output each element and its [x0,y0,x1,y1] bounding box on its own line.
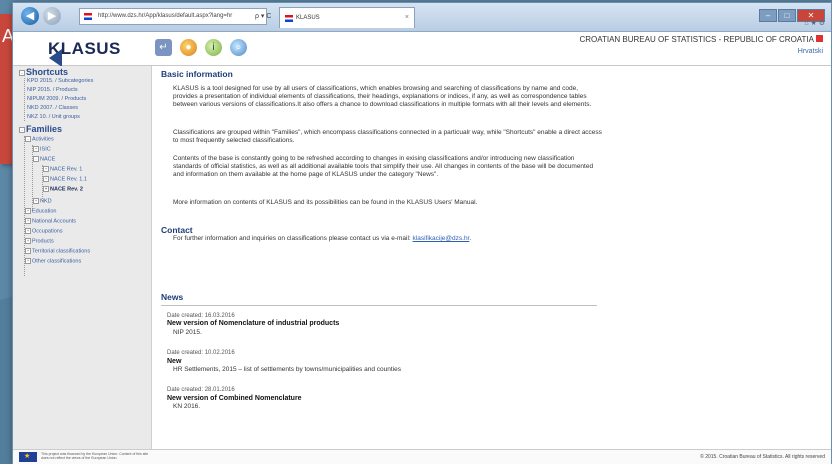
bureau-title: CROATIAN BUREAU OF STATISTICS - REPUBLIC… [579,35,823,44]
basic-information-heading: Basic information [161,69,233,79]
tab-title: KLASUS [296,15,320,21]
news-date: Date created: 28.01.2016 [167,387,235,393]
intro-paragraph: KLASUS is a tool designed for use by all… [173,85,592,108]
news-date: Date created: 16.03.2016 [167,313,235,319]
collapse-icon: - [19,126,25,133]
news-subtitle: NIP 2015. [173,329,202,336]
site-favicon-icon [84,13,92,20]
globe-icon[interactable]: ● [180,39,197,56]
browser-window: ◀ ▶ http://www.dzs.hr/App/klasus/default… [12,2,832,464]
shortcut-item[interactable]: NIP 2015. / Products [27,87,78,93]
tree-nace-rev-1[interactable]: + NACE Rev. 1 [43,166,82,172]
families-paragraph: Classifications are grouped within "Fami… [173,129,602,144]
language-link[interactable]: Hrvatski [798,48,823,55]
browser-tools-icons[interactable]: ⌂ ★ ⚙ [804,19,825,27]
tree-nace-rev-2[interactable]: + NACE Rev. 2 [43,186,83,192]
shortcut-item[interactable]: NKD 2007. / Classes [27,105,78,111]
header-toolbar: ↵ ● i ⌕ [155,39,255,57]
tree-education[interactable]: + Education [25,208,56,214]
address-controls[interactable]: ρ ▾ C [255,12,271,20]
tab-favicon-icon [285,15,293,22]
back-button[interactable]: ◀ [21,7,39,25]
tree-products[interactable]: + Products [25,238,54,244]
news-title-link[interactable]: New version of Combined Nomenclature [167,395,302,402]
tab-close-icon[interactable]: × [405,8,409,28]
site-header: KLASUS ↵ ● i ⌕ CROATIAN BUREAU OF STATISTIC… [13,31,831,67]
shortcut-item[interactable]: NIPUM 2009. / Products [27,96,86,102]
sidebar: - Shortcuts KPD 2015. / Subcategories NIP… [13,66,152,449]
shortcut-item[interactable]: NKZ 10. / Unit groups [27,114,80,120]
tree-activities[interactable]: - Activities [25,136,54,142]
tree-other-classifications[interactable]: + Other classifications [25,258,81,264]
news-heading: News [161,292,184,302]
news-divider [161,305,597,306]
manual-paragraph: More information on contents of KLASUS a… [173,199,478,206]
news-title-link[interactable]: New [167,358,181,365]
address-text: http://www.dzs.hr/App/klasus/default.asp… [98,13,233,19]
shortcut-item[interactable]: KPD 2015. / Subcategories [27,78,93,84]
collapse-icon: - [19,69,25,76]
tree-line [24,78,25,121]
tree-nace[interactable]: - NACE [33,156,55,162]
contact-email-link[interactable]: klasifikacije@dzs.hr [413,235,470,242]
contact-heading: Contact [161,225,193,235]
news-date: Date created: 10.02.2016 [167,350,235,356]
tree-national-accounts[interactable]: + National Accounts [25,218,76,224]
eu-funding-notice: This project was financed by the Europea… [41,452,149,460]
site-footer: ★ This project was financed by the Europ… [13,449,831,464]
tree-nace-rev-1-1[interactable]: + NACE Rev. 1.1 [43,176,87,182]
bureau-text: CROATIAN BUREAU OF STATISTICS - REPUBLIC… [579,35,814,44]
news-subtitle: HR Settlements, 2015 – list of settlemen… [173,366,401,373]
coat-of-arms-icon [816,35,823,42]
eu-flag-icon: ★ [19,452,37,462]
copyright-text: © 2015. Croatian Bureau of Statistics. A… [700,454,825,460]
forward-button[interactable]: ▶ [43,7,61,25]
news-subtitle: KN 2016. [173,403,201,410]
contact-text: For further information and inquiries on… [173,235,472,242]
tree-line [24,136,25,276]
address-bar[interactable]: http://www.dzs.hr/App/klasus/default.asp… [79,8,267,25]
tree-territorial-classifications[interactable]: + Territorial classifications [25,248,90,254]
families-heading[interactable]: - Families [19,124,62,134]
tab-klasus[interactable]: KLASUS × [279,7,415,28]
updates-paragraph: Contents of the base is constantly going… [173,155,594,178]
maximize-button[interactable]: □ [778,9,796,22]
search-icon[interactable]: ⌕ [230,39,247,56]
home-icon[interactable]: ↵ [155,39,172,56]
tree-nkd[interactable]: + NKD [33,198,52,204]
news-title-link[interactable]: New version of Nomenclature of industria… [167,320,339,327]
logo-arrow-icon [49,49,62,67]
klasus-logo[interactable]: KLASUS [31,39,121,67]
shortcuts-heading[interactable]: - Shortcuts [19,67,68,77]
minimize-button[interactable]: – [759,9,777,22]
tree-occupations[interactable]: + Occupations [25,228,63,234]
browser-toolbar: ◀ ▶ http://www.dzs.hr/App/klasus/default… [13,3,831,32]
tree-isic[interactable]: + ISIC [33,146,51,152]
info-icon[interactable]: i [205,39,222,56]
